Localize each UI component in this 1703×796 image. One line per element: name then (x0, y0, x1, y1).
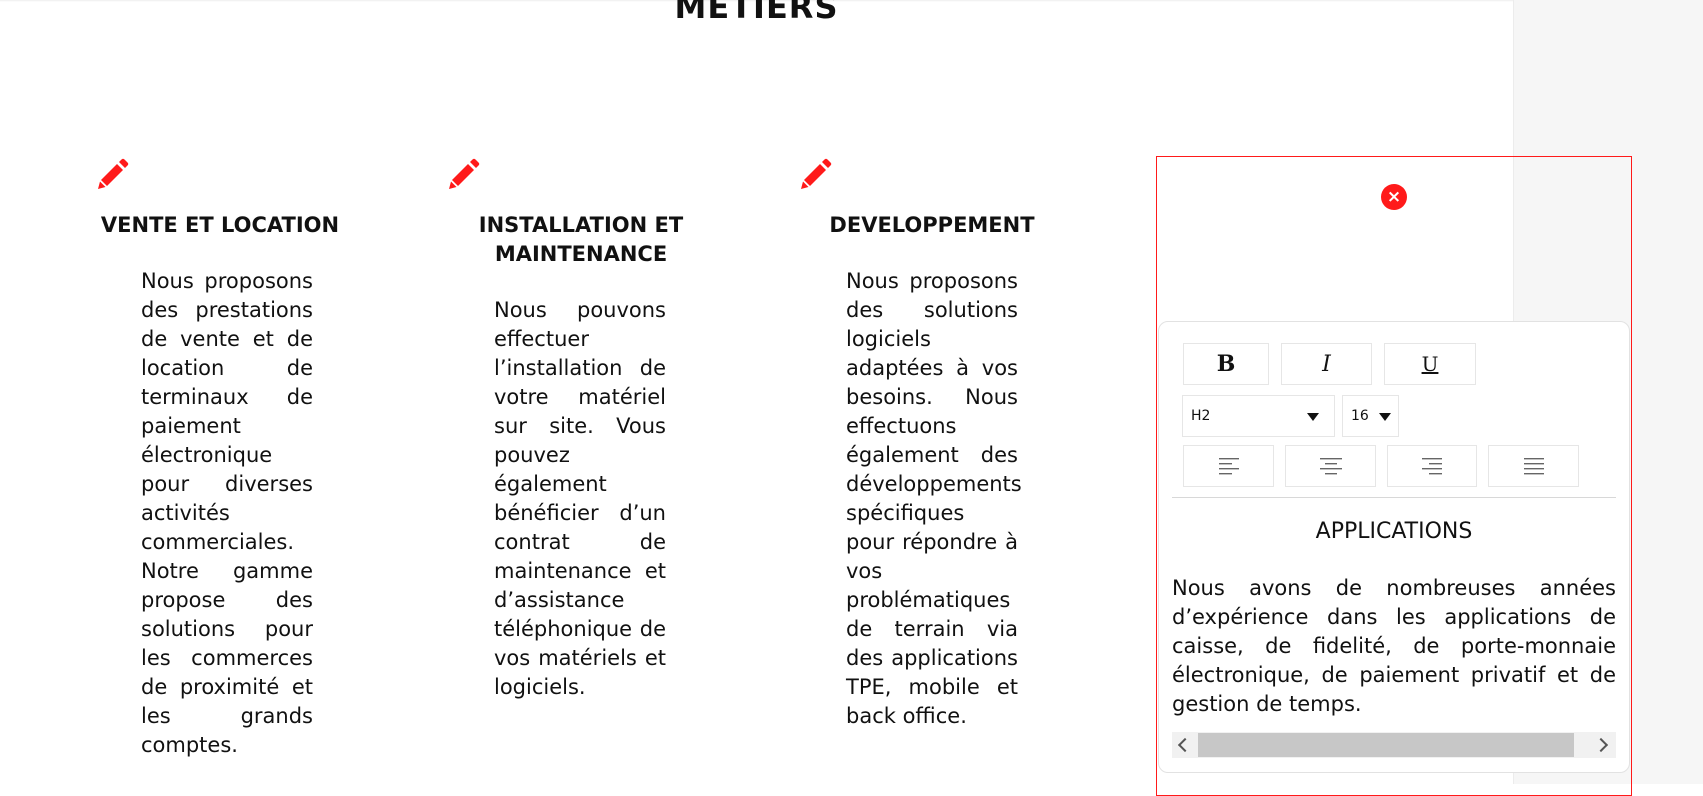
toolbar-divider (1172, 497, 1616, 498)
column-heading-installation: INSTALLATION ET MAINTENANCE (478, 213, 684, 266)
scroll-left-icon[interactable] (1177, 737, 1193, 753)
align-right-icon (1422, 458, 1442, 475)
align-justify-button[interactable] (1488, 445, 1579, 487)
font-size-select[interactable]: 16 (1342, 395, 1399, 437)
heading-level-select[interactable]: H2 (1182, 395, 1335, 437)
italic-button[interactable]: I (1281, 343, 1372, 385)
align-left-button[interactable] (1183, 445, 1274, 487)
pencil-icon[interactable] (800, 158, 832, 190)
column-text-developpement: Nous proposons des solutions logiciels a… (846, 269, 1022, 728)
editor-body-text[interactable]: Nous avons de nombreuses années d’expéri… (1172, 574, 1616, 719)
underline-button[interactable]: U (1384, 343, 1476, 385)
font-size-value: 16 (1351, 408, 1369, 424)
chevron-down-icon (1307, 413, 1319, 421)
column-heading-vente: VENTE ET LOCATION (100, 213, 340, 237)
chevron-down-icon (1379, 413, 1391, 421)
column-text-vente: Nous proposons des prestations de vente … (141, 269, 313, 757)
bold-button[interactable]: B (1183, 343, 1269, 385)
scrollbar-thumb[interactable] (1198, 733, 1574, 757)
column-text-installation: Nous pouvons effectuer l’installation de… (494, 298, 666, 699)
scroll-right-icon[interactable] (1593, 737, 1609, 753)
align-center-button[interactable] (1285, 445, 1376, 487)
close-icon[interactable]: × (1381, 184, 1407, 210)
section-title: METIERS (674, 0, 839, 26)
editor-heading[interactable]: APPLICATIONS (1172, 519, 1616, 544)
pencil-icon[interactable] (448, 158, 480, 190)
column-heading-developpement: DEVELOPPEMENT (829, 213, 1035, 237)
align-center-icon (1319, 458, 1342, 475)
horizontal-scrollbar[interactable] (1172, 732, 1616, 758)
align-right-button[interactable] (1387, 445, 1477, 487)
align-justify-icon (1523, 458, 1544, 475)
heading-level-value: H2 (1191, 408, 1211, 424)
pencil-icon[interactable] (97, 158, 129, 190)
align-left-icon (1218, 458, 1239, 475)
